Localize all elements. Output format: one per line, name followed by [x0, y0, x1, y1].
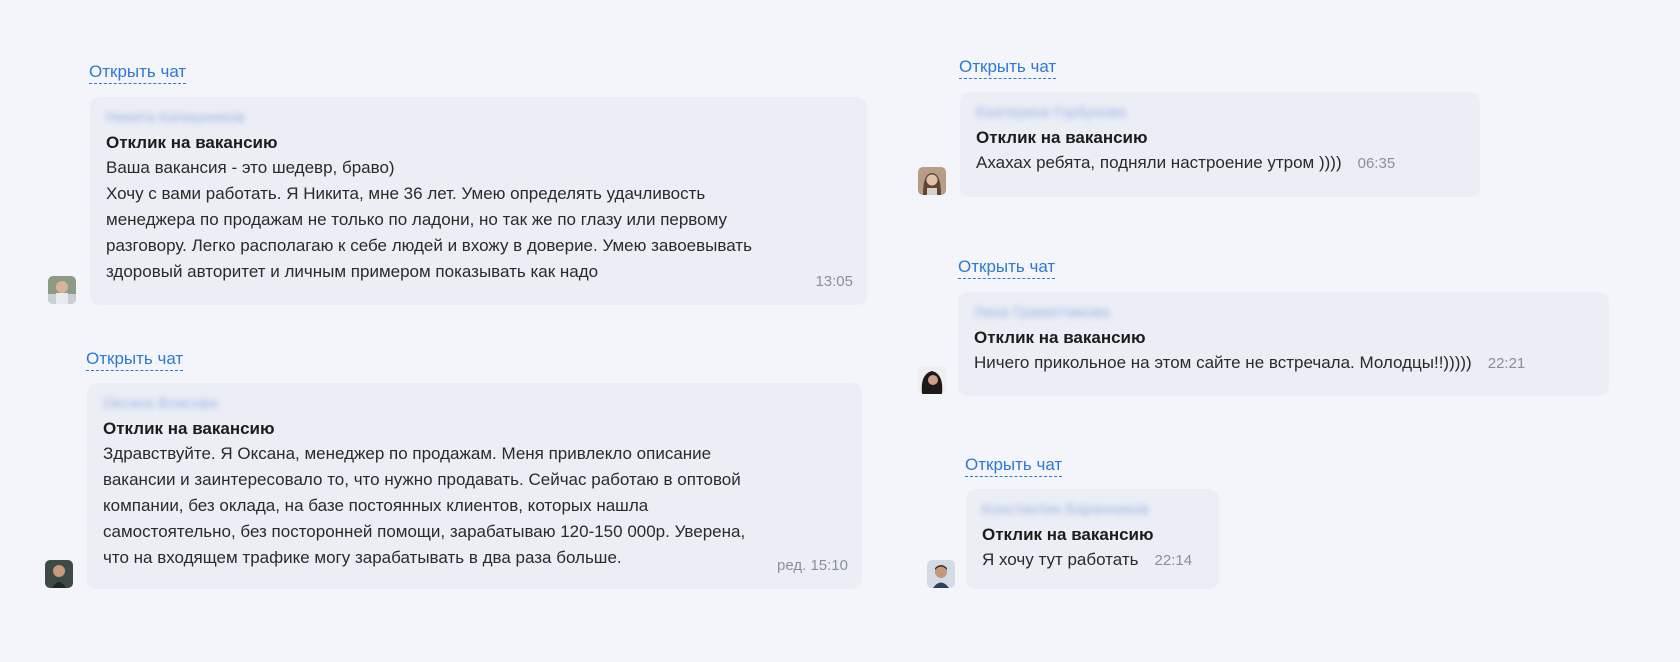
avatar[interactable]: [918, 167, 946, 195]
open-chat-link[interactable]: Открыть чат: [86, 349, 184, 371]
message-subject: Отклик на вакансию: [106, 133, 278, 152]
message-time: 22:21: [1487, 355, 1526, 372]
message-text: Я хочу тут работать: [982, 550, 1139, 569]
message-bubble[interactable]: Никита Капишников Отклик на вакансию Ваш…: [90, 97, 867, 305]
open-chat-link[interactable]: Открыть чат: [959, 57, 1057, 79]
avatar[interactable]: [927, 560, 955, 588]
sender-name: Екатерина Горбунова: [976, 104, 1126, 121]
avatar[interactable]: [918, 366, 946, 394]
avatar[interactable]: [48, 276, 76, 304]
message-time: 06:35: [1357, 155, 1396, 172]
message-bubble[interactable]: Константин Баранников Отклик на вакансию…: [966, 489, 1219, 589]
sender-name: Оксана Власова: [103, 395, 218, 412]
message-text: Ничего прикольное на этом сайте не встре…: [974, 353, 1472, 372]
message-subject: Отклик на вакансию: [103, 419, 275, 438]
message-time: 13:05: [815, 273, 853, 290]
message-subject: Отклик на вакансию: [976, 128, 1148, 147]
sender-name: Константин Баранников: [982, 501, 1149, 518]
message-subject: Отклик на вакансию: [982, 525, 1154, 544]
open-chat-link[interactable]: Открыть чат: [965, 455, 1063, 477]
message-text: Здравствуйте. Я Оксана, менеджер по прод…: [103, 444, 746, 567]
message-time: ред. 15:10: [777, 557, 848, 574]
message-bubble[interactable]: Екатерина Горбунова Отклик на вакансию А…: [960, 92, 1480, 197]
message-text: Ваша вакансия - это шедевр, браво) Хочу …: [106, 158, 752, 281]
message-bubble[interactable]: Лина Граматчикова Отклик на вакансию Нич…: [958, 292, 1609, 396]
open-chat-link[interactable]: Открыть чат: [958, 257, 1056, 279]
message-text: Ахахах ребята, подняли настроение утром …: [976, 153, 1342, 172]
sender-name: Никита Капишников: [106, 109, 245, 126]
message-subject: Отклик на вакансию: [974, 328, 1146, 347]
open-chat-link[interactable]: Открыть чат: [89, 62, 187, 84]
sender-name: Лина Граматчикова: [974, 304, 1110, 321]
avatar[interactable]: [45, 560, 73, 588]
message-bubble[interactable]: Оксана Власова Отклик на вакансию Здравс…: [87, 383, 862, 589]
message-time: 22:14: [1154, 552, 1193, 569]
